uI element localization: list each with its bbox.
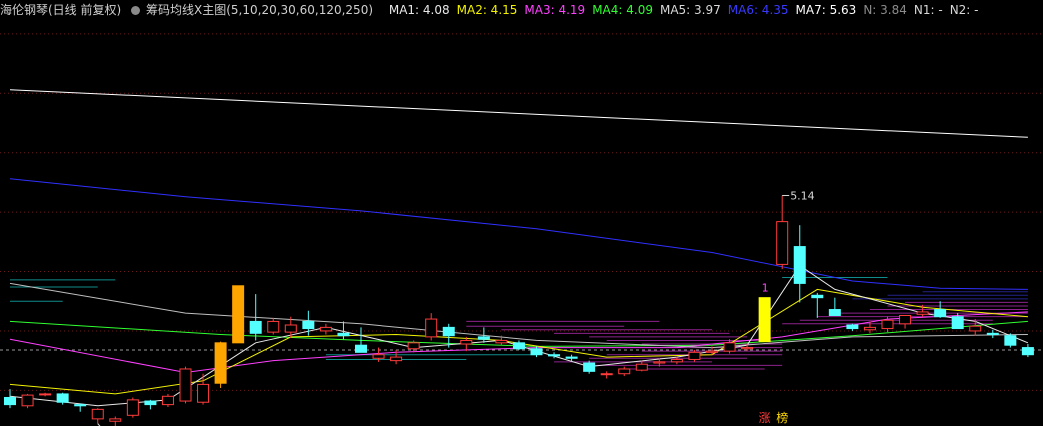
circle-dot-icon — [131, 6, 141, 15]
candle-body — [214, 342, 227, 384]
candle-body — [495, 339, 508, 344]
candle-body — [39, 393, 52, 396]
candle-body — [688, 351, 701, 360]
ma-readout-8: N: 3.84 — [863, 3, 907, 17]
candle-body — [811, 294, 824, 299]
candle-body — [846, 324, 859, 330]
candle-body — [881, 319, 894, 330]
ma-readout-10: N2: - — [949, 3, 979, 17]
indicator-selector[interactable]: 筹码均线X主图(5,10,20,30,60,120,250) — [131, 3, 383, 17]
candle-body — [1021, 347, 1034, 356]
candle-body — [618, 368, 631, 375]
candle-body — [109, 418, 122, 422]
candle-body — [249, 320, 262, 334]
candle-body — [267, 320, 280, 333]
candle-body — [600, 373, 613, 376]
candle-body — [4, 396, 16, 406]
candle-body — [144, 400, 157, 406]
candle-body — [723, 342, 736, 352]
candle-body — [863, 326, 876, 331]
indicator-name: 筹码均线X主图(5,10,20,30,60,120,250) — [146, 3, 374, 17]
ma-readout-6: MA6: 4.35 — [727, 3, 789, 17]
candle-body — [91, 408, 104, 420]
ma-line-1 — [9, 89, 1028, 138]
stock-name: 海伦钢琴(日线 前复权) — [0, 3, 122, 17]
candle-body — [899, 314, 912, 325]
candles — [4, 195, 1034, 426]
candle-body — [741, 347, 754, 350]
ma-line-7 — [9, 264, 1029, 407]
candle-body — [319, 326, 332, 332]
ma-readout-3: MA3: 4.19 — [524, 3, 586, 17]
candle-body — [355, 344, 367, 353]
candle-body — [302, 320, 315, 330]
candle-body — [565, 356, 578, 359]
candle-body — [776, 221, 789, 265]
candle-body — [969, 325, 982, 332]
candle-body — [284, 324, 297, 333]
candle-body — [179, 368, 192, 402]
candle-body — [706, 350, 718, 353]
candle-body — [793, 246, 806, 284]
candle-body — [74, 404, 87, 407]
ma-line-2 — [9, 178, 1028, 290]
candle-body — [951, 316, 964, 330]
candle-body — [1004, 335, 1017, 346]
ma-line-5 — [9, 282, 1028, 349]
candle-body — [460, 339, 473, 345]
indicator-header: 海伦钢琴(日线 前复权) 筹码均线X主图(5,10,20,30,60,120,2… — [0, 0, 1043, 20]
candle-body — [635, 363, 648, 371]
ma-readout-5: MA5: 3.97 — [659, 3, 721, 17]
candle-body — [828, 309, 841, 316]
candle-body — [390, 356, 403, 362]
price-annotation: 5.14 — [790, 189, 815, 202]
candle-body — [548, 354, 561, 357]
candle-body — [407, 342, 420, 350]
ma-readout-1: MA1: 4.08 — [388, 3, 450, 17]
candle-body — [126, 399, 139, 416]
chip-distribution-bars — [10, 276, 1028, 370]
ma-readout-7: MA7: 5.63 — [795, 3, 857, 17]
signal-flag: 1 — [762, 282, 769, 295]
ma-readouts: MA1: 4.08 MA2: 4.15 MA3: 4.19 MA4: 4.09 MA5:… — [389, 3, 986, 17]
candle-body — [161, 395, 174, 406]
candle-body — [986, 332, 999, 336]
candle-body — [512, 342, 525, 350]
candle-body — [337, 332, 350, 337]
candle-body — [758, 297, 771, 343]
ma-readout-4: MA4: 4.09 — [592, 3, 653, 17]
candle-body — [916, 311, 929, 315]
candle-body — [232, 285, 245, 344]
moving-average-lines — [9, 89, 1029, 407]
limit-up-label: 榜 — [776, 410, 788, 425]
candle-body — [583, 362, 596, 372]
candle-body — [477, 336, 490, 340]
candle-body — [197, 383, 210, 403]
candle-body — [670, 358, 683, 363]
limit-up-label: 涨 — [759, 410, 771, 425]
candle-body — [442, 326, 455, 337]
ma-readout-2: MA2: 4.15 — [456, 3, 518, 17]
candle-body — [934, 309, 947, 318]
candle-body — [56, 393, 69, 403]
candle-body — [653, 361, 666, 364]
candle-body — [425, 318, 438, 338]
candle-body — [21, 394, 34, 407]
candle-body — [530, 348, 543, 356]
ma-readout-9: N1: - — [913, 3, 943, 17]
candlestick-chart: 5.143.321涨榜 — [0, 33, 1043, 426]
candle-body — [372, 354, 385, 359]
